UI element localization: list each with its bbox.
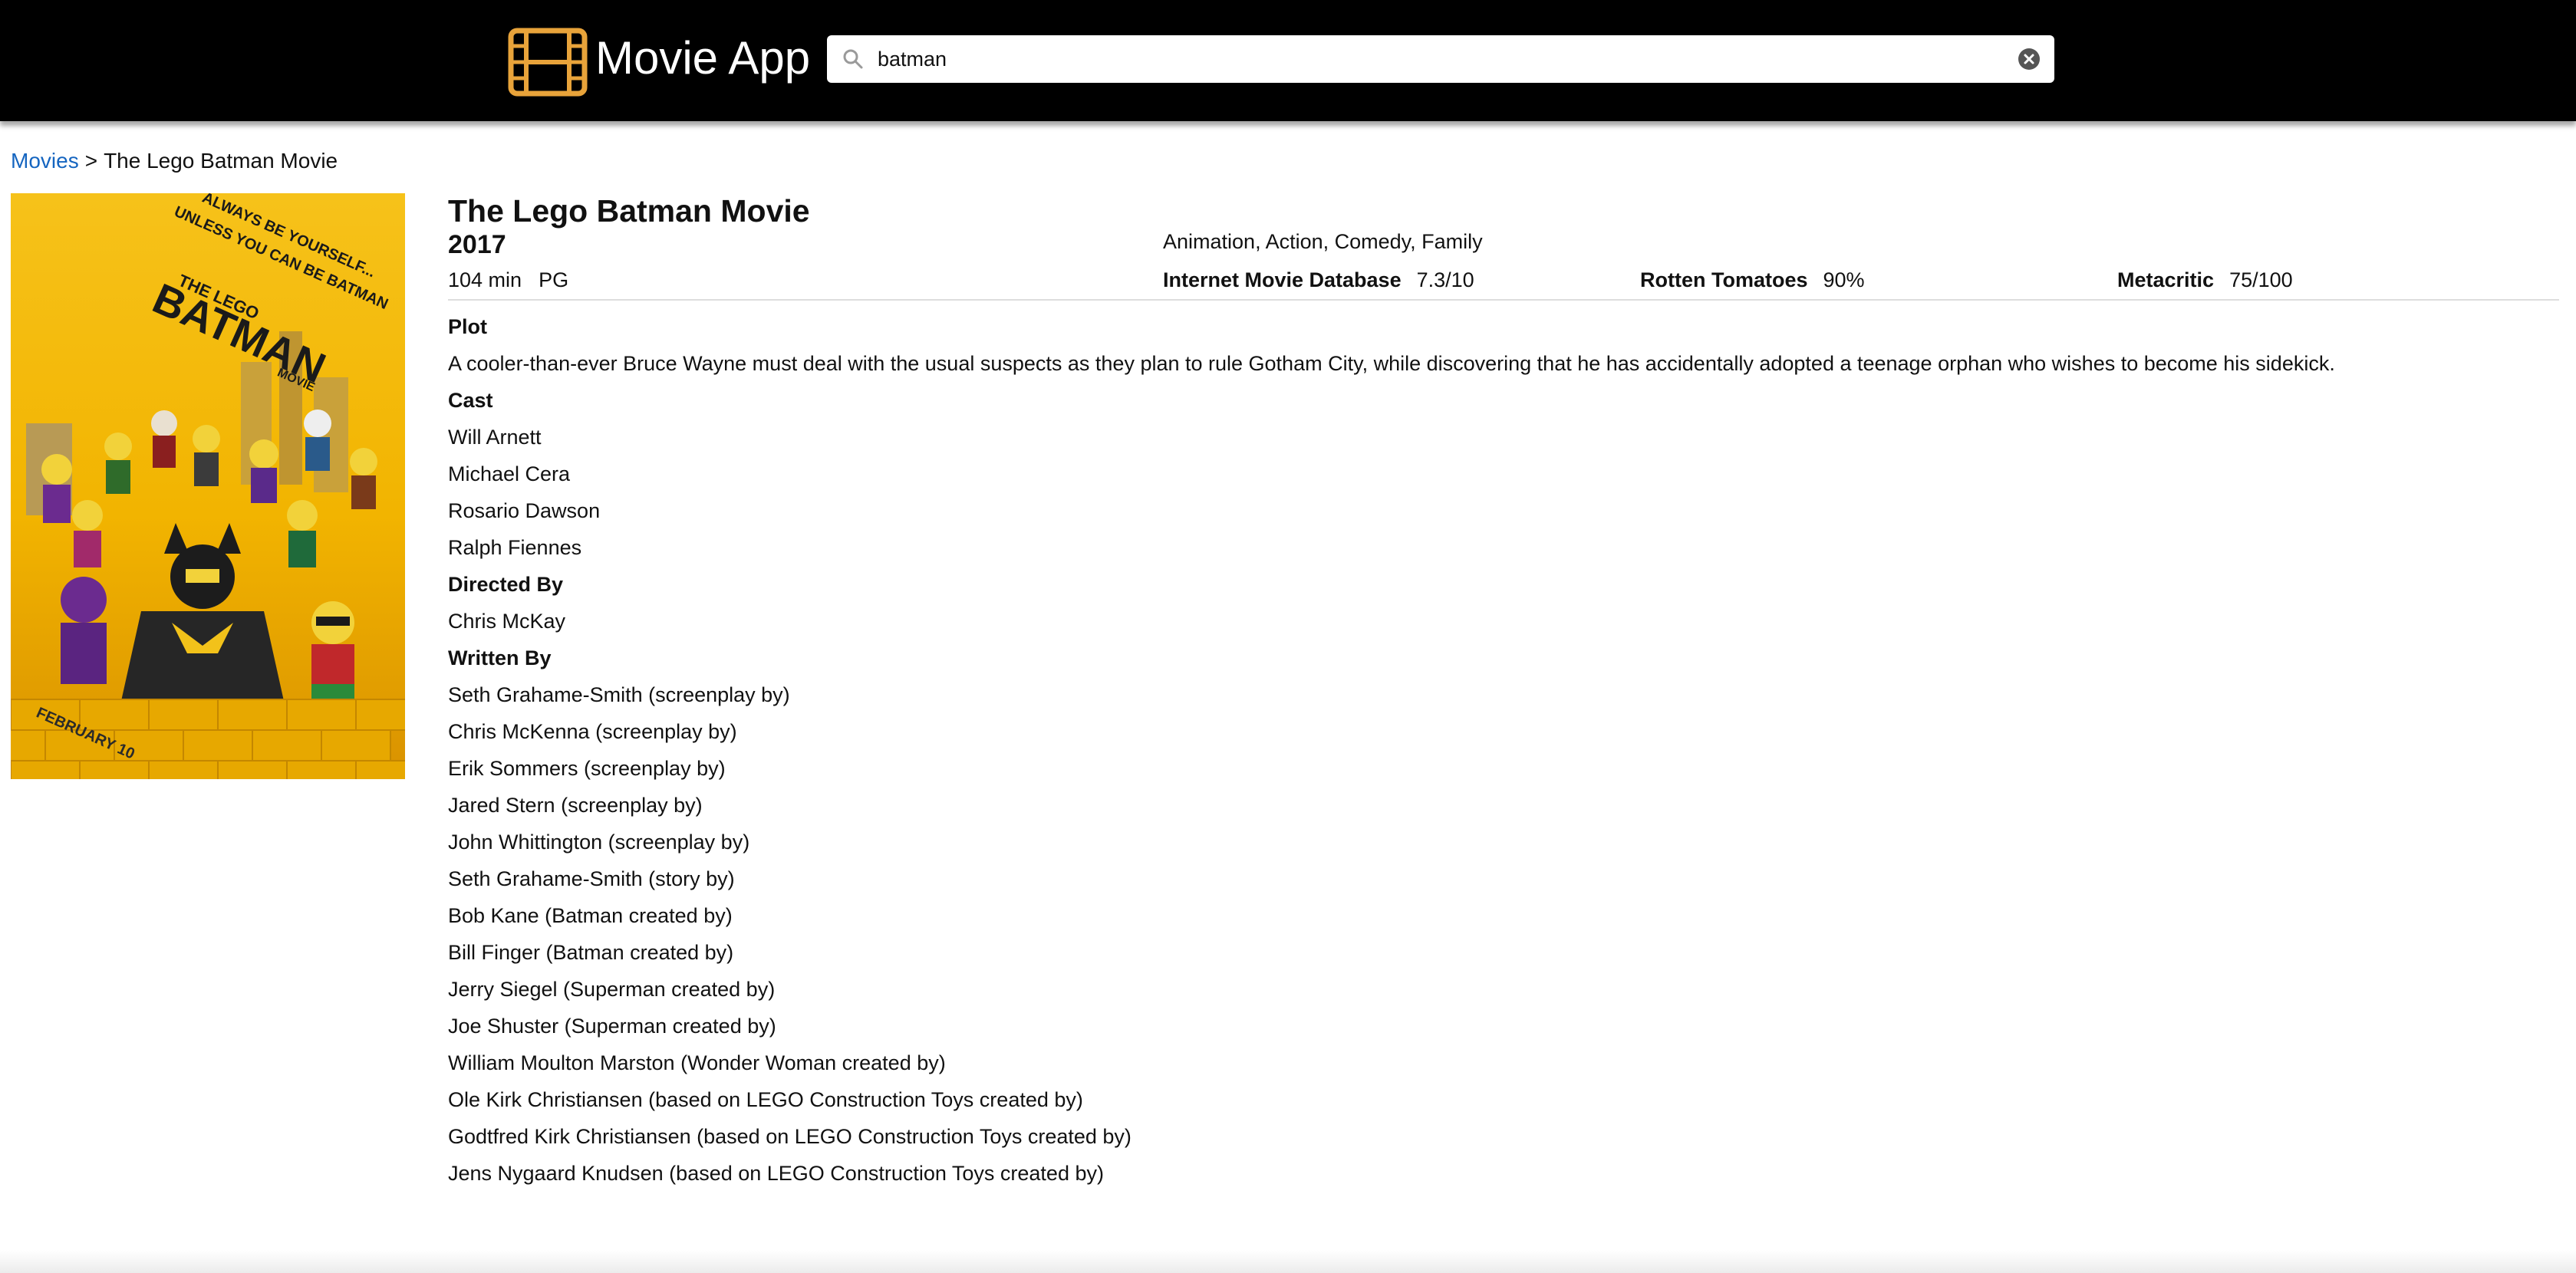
writer: Jens Nygaard Knudsen (based on LEGO Cons… bbox=[448, 1162, 1104, 1185]
rating-imdb: Internet Movie Database 7.3/10 bbox=[1163, 267, 1474, 293]
cast-member: Michael Cera bbox=[448, 462, 571, 485]
cast-heading: Cast bbox=[448, 389, 493, 412]
written-by-heading: Written By bbox=[448, 646, 552, 669]
search-input[interactable] bbox=[878, 35, 1982, 83]
search-icon bbox=[843, 49, 863, 69]
rating-source: Rotten Tomatoes bbox=[1640, 268, 1808, 291]
rating-source: Metacritic bbox=[2117, 268, 2215, 291]
directed-by-heading: Directed By bbox=[448, 573, 564, 596]
header-divider bbox=[448, 299, 2559, 301]
movie-rated: PG bbox=[539, 268, 569, 291]
writer: William Moulton Marston (Wonder Woman cr… bbox=[448, 1051, 946, 1074]
movie-details: Plot A cooler-than-ever Bruce Wayne must… bbox=[448, 308, 2550, 1192]
breadcrumb-separator: > bbox=[84, 149, 98, 173]
rating-metacritic: Metacritic 75/100 bbox=[2117, 267, 2293, 293]
film-strip-icon[interactable] bbox=[508, 28, 588, 97]
movie-title: The Lego Batman Movie bbox=[448, 193, 810, 229]
movie-year: 2017 bbox=[448, 230, 506, 259]
clear-icon[interactable] bbox=[2018, 48, 2041, 71]
rating-value: 7.3/10 bbox=[1416, 268, 1474, 291]
writer: Seth Grahame-Smith (story by) bbox=[448, 867, 735, 890]
app-title[interactable]: Movie App bbox=[595, 29, 810, 87]
plot-heading: Plot bbox=[448, 315, 487, 338]
rating-source: Internet Movie Database bbox=[1163, 268, 1402, 291]
breadcrumb-movies-link[interactable]: Movies bbox=[11, 149, 79, 173]
writer: Erik Sommers (screenplay by) bbox=[448, 757, 726, 780]
cast-member: Will Arnett bbox=[448, 426, 542, 449]
writer: Joe Shuster (Superman created by) bbox=[448, 1015, 776, 1038]
writer: Seth Grahame-Smith (screenplay by) bbox=[448, 683, 790, 706]
runtime-rating-line: 104 min PG bbox=[448, 267, 568, 293]
rating-value: 90% bbox=[1823, 268, 1865, 291]
director: Chris McKay bbox=[448, 610, 566, 633]
cast-member: Rosario Dawson bbox=[448, 499, 601, 522]
writer: Bob Kane (Batman created by) bbox=[448, 904, 733, 927]
writer: John Whittington (screenplay by) bbox=[448, 831, 750, 854]
rating-value: 75/100 bbox=[2229, 268, 2293, 291]
breadcrumb: Movies > The Lego Batman Movie bbox=[11, 147, 338, 175]
movie-poster: ALWAYS BE YOURSELF... UNLESS YOU CAN BE … bbox=[11, 193, 405, 779]
writer: Chris McKenna (screenplay by) bbox=[448, 720, 737, 743]
movie-genres: Animation, Action, Comedy, Family bbox=[1163, 230, 1483, 253]
app-header: Movie App bbox=[0, 0, 2576, 121]
writer: Jared Stern (screenplay by) bbox=[448, 794, 703, 817]
writer: Bill Finger (Batman created by) bbox=[448, 941, 734, 964]
bottom-shadow bbox=[0, 1250, 2576, 1273]
search-box[interactable] bbox=[827, 35, 2054, 83]
writer: Godtfred Kirk Christiansen (based on LEG… bbox=[448, 1125, 1132, 1148]
breadcrumb-current: The Lego Batman Movie bbox=[104, 149, 338, 173]
writer: Jerry Siegel (Superman created by) bbox=[448, 978, 776, 1001]
plot-text: A cooler-than-ever Bruce Wayne must deal… bbox=[448, 352, 2335, 375]
writer: Ole Kirk Christiansen (based on LEGO Con… bbox=[448, 1088, 1083, 1111]
rating-rotten-tomatoes: Rotten Tomatoes 90% bbox=[1640, 267, 1865, 293]
movie-runtime: 104 min bbox=[448, 268, 522, 291]
cast-member: Ralph Fiennes bbox=[448, 536, 582, 559]
